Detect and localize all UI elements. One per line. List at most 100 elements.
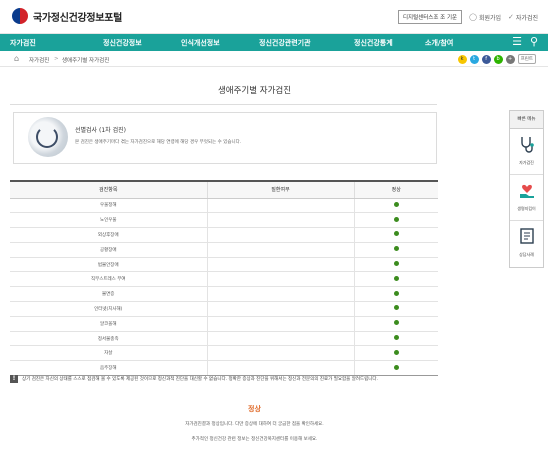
home-icon[interactable]: ⌂ xyxy=(14,54,19,63)
row-normal xyxy=(354,212,438,229)
table-row: 직무스트레스 부여 xyxy=(10,271,438,288)
stethoscope-icon xyxy=(521,137,534,153)
site-logo[interactable]: 국가정신건강정보포털 xyxy=(12,8,122,24)
nav-item-selftest[interactable]: 자가검진 xyxy=(10,38,36,48)
main-nav: 자가검진 정신건강정보 인식개선정보 정신건강관련기관 정신건강통계 소개/참여… xyxy=(0,34,548,51)
result-message-2: 추가적인 정신건강 관련 정보는 정신건강복지센터를 이용해 보세요. xyxy=(191,437,318,442)
row-normal xyxy=(354,286,438,303)
row-normal xyxy=(354,316,438,332)
twitter-icon[interactable]: t xyxy=(469,54,479,64)
status-dot-icon xyxy=(393,320,399,326)
nav-item-statistics[interactable]: 정신건강통계 xyxy=(354,38,393,48)
table-row: 공황장애 xyxy=(10,242,438,258)
table-row: 알코올해 xyxy=(10,316,438,332)
search-icon[interactable]: ⚲ xyxy=(530,36,538,48)
menu-icon[interactable]: ☰ xyxy=(512,36,522,48)
breadcrumb: ⌂ 자가검진 > 생애주기별 자가검진 k t f b + 프린트 xyxy=(0,51,548,67)
intro-text: 본 검진은 생애주기마다 겪는 자가검진으로 해당 연령에 해당 경우 무엇되는… xyxy=(75,140,242,145)
row-item: 정서불충족 xyxy=(10,331,208,347)
nav-item-about[interactable]: 소개/참여 xyxy=(425,38,453,48)
row-result xyxy=(207,301,355,317)
row-item: 음주장해 xyxy=(10,360,208,377)
plus-icon[interactable]: + xyxy=(505,54,515,64)
nav-item-mental-info[interactable]: 정신건강정보 xyxy=(103,38,142,48)
row-result xyxy=(207,271,355,288)
header-normal: 정상 xyxy=(354,181,438,199)
row-result xyxy=(207,331,355,347)
row-normal xyxy=(354,301,438,317)
nav-item-institutions[interactable]: 정신건강관련기관 xyxy=(259,38,311,48)
header-item: 검진항목 xyxy=(10,181,208,199)
info-icon: ! xyxy=(10,375,18,383)
row-item: 직무스트레스 부여 xyxy=(10,271,208,288)
quick-menu: 빠른 메뉴 자가검진 생명지킴이 상담사례 xyxy=(509,110,544,268)
status-dot-icon xyxy=(393,349,399,355)
row-result xyxy=(207,257,355,273)
site-title: 국가정신건강정보포털 xyxy=(33,12,123,24)
intro-box: 선별검사 (1차 검진) 본 검진은 생애주기마다 겪는 자가검진으로 해당 연… xyxy=(13,112,437,164)
row-item: 인터넷(치사해) xyxy=(10,301,208,317)
nav-item-awareness[interactable]: 인식개선정보 xyxy=(181,38,220,48)
row-result xyxy=(207,242,355,258)
top-utility: 디지털센터스조 조 기운 ◯ 회원가입 ✓ 자가검진 xyxy=(397,10,538,24)
breadcrumb-item-selftest[interactable]: 자가검진 xyxy=(29,56,49,64)
quick-menu-item-cases[interactable]: 상담사례 xyxy=(510,221,543,267)
check-icon: ✓ xyxy=(508,13,514,21)
table-row: 인터넷(치사해) xyxy=(10,301,438,317)
row-result xyxy=(207,212,355,229)
row-item: 자살 xyxy=(10,345,208,362)
quick-menu-item-lifeguard[interactable]: 생명지킴이 xyxy=(510,175,543,221)
result-status: 정상 xyxy=(248,405,261,413)
row-result xyxy=(207,345,355,362)
quick-menu-label: 상담사례 xyxy=(519,252,534,257)
row-normal xyxy=(354,331,438,347)
table-row: 외상후장애 xyxy=(10,227,438,243)
status-dot-icon xyxy=(393,335,399,341)
title-divider xyxy=(10,104,437,105)
row-normal xyxy=(354,271,438,288)
header-disease: 질환여부 xyxy=(207,181,355,199)
row-normal xyxy=(354,227,438,243)
signup-link[interactable]: ◯ 회원가입 xyxy=(469,13,501,22)
quick-menu-item-selftest[interactable]: 자가검진 xyxy=(510,129,543,175)
stethoscope-icon xyxy=(36,126,58,148)
row-result xyxy=(207,198,355,214)
intro-title: 선별검사 (1차 검진) xyxy=(75,127,126,134)
row-item: 공황장애 xyxy=(10,242,208,258)
facebook-icon[interactable]: f xyxy=(481,54,491,64)
kakao-icon[interactable]: k xyxy=(457,54,467,64)
row-result xyxy=(207,316,355,332)
nav-tools: ☰ ⚲ xyxy=(512,36,538,48)
status-dot-icon xyxy=(393,364,399,370)
row-item: 불면증 xyxy=(10,286,208,303)
row-item: 우울정해 xyxy=(10,198,208,214)
quick-menu-title: 빠른 메뉴 xyxy=(510,111,543,129)
row-result xyxy=(207,227,355,243)
row-normal xyxy=(354,242,438,258)
selftest-link[interactable]: ✓ 자가검진 xyxy=(508,13,538,22)
breadcrumb-separator-icon: > xyxy=(54,56,59,62)
blog-icon[interactable]: b xyxy=(493,54,503,64)
top-button[interactable]: 디지털센터스조 조 기운 xyxy=(397,10,463,24)
stethoscope-image xyxy=(28,117,68,157)
row-item: 노인우울 xyxy=(10,212,208,229)
row-item: 외상후장애 xyxy=(10,227,208,243)
row-result xyxy=(207,360,355,377)
quick-menu-label: 생명지킴이 xyxy=(517,206,536,211)
print-button[interactable]: 프린트 xyxy=(517,54,536,64)
share-tools: k t f b + 프린트 xyxy=(457,54,536,64)
status-dot-icon xyxy=(393,305,399,311)
selftest-label: 자가검진 xyxy=(515,14,538,22)
row-result xyxy=(207,286,355,303)
signup-label: 회원가입 xyxy=(478,14,502,22)
table-row: 불면증 xyxy=(10,286,438,303)
notice: ! 상기 검진은 자신의 상태를 스스로 점검해 볼 수 있도록 제공된 것이므… xyxy=(10,375,378,383)
row-normal xyxy=(354,198,438,214)
table-row: 우울정해 xyxy=(10,198,438,214)
table-row: 음주장해 xyxy=(10,360,438,377)
result-table: 검진항목 질환여부 정상 우울정해 노인우울 외상후장애 공황장애 범불안장애 … xyxy=(10,180,438,377)
table-row: 노인우울 xyxy=(10,212,438,229)
table-row: 정서불충족 xyxy=(10,331,438,347)
breadcrumb-item-current[interactable]: 생애주기별 자가검진 xyxy=(62,56,109,64)
taegeuk-logo-icon xyxy=(12,8,28,24)
